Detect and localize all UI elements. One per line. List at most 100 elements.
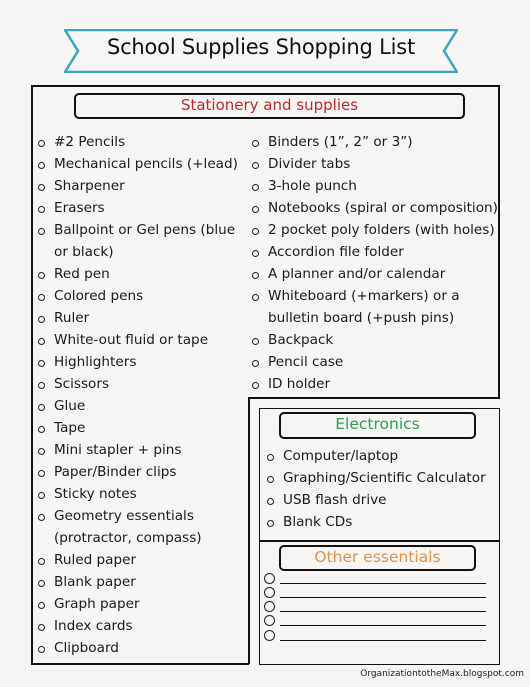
- underline: [280, 639, 486, 641]
- circle-bullet-icon: [252, 294, 259, 301]
- list-item-label: USB flash drive: [283, 492, 387, 508]
- list-item: Mini stapler + pins: [37, 439, 238, 461]
- list-item-label: Ruler: [54, 310, 90, 326]
- circle-checkbox-icon[interactable]: [264, 587, 275, 598]
- circle-bullet-icon: [38, 624, 45, 631]
- frame-right-upper: [498, 85, 500, 398]
- list-item-label: Ruled paper: [54, 552, 137, 568]
- list-item: Highlighters: [37, 351, 238, 373]
- circle-bullet-icon: [252, 272, 259, 279]
- list-item: White-out fluid or tape: [37, 329, 238, 351]
- list-item: USB flash drive: [266, 489, 486, 511]
- circle-bullet-icon: [38, 382, 45, 389]
- list-item: Ruled paper: [37, 549, 238, 571]
- circle-bullet-icon: [252, 184, 259, 191]
- blank-entry-line[interactable]: [264, 601, 486, 616]
- list-item: Whiteboard (+markers) or a: [251, 285, 498, 307]
- circle-bullet-icon: [252, 360, 259, 367]
- circle-bullet-icon: [252, 140, 259, 147]
- circle-bullet-icon: [38, 140, 45, 147]
- list-item-label: Clipboard: [54, 640, 119, 656]
- list-item-label: Colored pens: [54, 288, 144, 304]
- list-item-label: Tape: [54, 420, 86, 436]
- list-item-label: ID holder: [268, 376, 331, 392]
- list-item-label: Glue: [54, 398, 86, 414]
- list-item: Ballpoint or Gel pens (blue: [37, 219, 238, 241]
- circle-bullet-icon: [38, 470, 45, 477]
- credit-text: OrganizationtotheMax.blogspot.com: [360, 669, 524, 679]
- list-item-label: A planner and/or calendar: [268, 266, 446, 282]
- list-item-label: 2 pocket poly folders (with holes): [268, 222, 495, 238]
- list-item: Scissors: [37, 373, 238, 395]
- list-item-label: Highlighters: [54, 354, 137, 370]
- list-item-label: (protractor, compass): [54, 530, 202, 546]
- list-item: Index cards: [37, 615, 238, 637]
- list-item-label: 3-hole punch: [268, 178, 357, 194]
- list-item: Tape: [37, 417, 238, 439]
- list-item: Divider tabs: [251, 153, 498, 175]
- circle-checkbox-icon[interactable]: [264, 601, 275, 612]
- circle-checkbox-icon[interactable]: [264, 615, 275, 626]
- circle-bullet-icon: [252, 382, 259, 389]
- circle-bullet-icon: [38, 360, 45, 367]
- list-item-label: Geometry essentials: [54, 508, 194, 524]
- list-item-label: Whiteboard (+markers) or a: [268, 288, 460, 304]
- frame-step: [248, 397, 500, 399]
- underline: [280, 624, 486, 626]
- circle-bullet-icon: [267, 454, 274, 461]
- blank-entry-line[interactable]: [264, 573, 486, 588]
- frame-bottom: [31, 663, 249, 665]
- list-item: 2 pocket poly folders (with holes): [251, 219, 498, 241]
- circle-bullet-icon: [252, 228, 259, 235]
- list-item: 3-hole punch: [251, 175, 498, 197]
- circle-checkbox-icon[interactable]: [264, 573, 275, 584]
- circle-bullet-icon: [38, 206, 45, 213]
- list-item: #2 Pencils: [37, 131, 238, 153]
- list-item: Paper/Binder clips: [37, 461, 238, 483]
- circle-bullet-icon: [252, 338, 259, 345]
- blank-entry-line[interactable]: [264, 615, 486, 630]
- underline: [280, 610, 486, 612]
- circle-bullet-icon: [38, 294, 45, 301]
- list-item: A planner and/or calendar: [251, 263, 498, 285]
- list-item: Geometry essentials: [37, 505, 238, 527]
- list-item: Erasers: [37, 197, 238, 219]
- list-item: Red pen: [37, 263, 238, 285]
- list-item: Mechanical pencils (+lead): [37, 153, 238, 175]
- frame-top: [31, 85, 500, 87]
- circle-bullet-icon: [252, 206, 259, 213]
- circle-bullet-icon: [267, 476, 274, 483]
- circle-bullet-icon: [38, 646, 45, 653]
- blank-entry-line[interactable]: [264, 587, 486, 602]
- list-item-label: Sharpener: [54, 178, 125, 194]
- circle-bullet-icon: [38, 404, 45, 411]
- list-item-label: Red pen: [54, 266, 110, 282]
- circle-bullet-icon: [38, 162, 45, 169]
- list-item-label: Index cards: [54, 618, 133, 634]
- list-item: Computer/laptop: [266, 445, 486, 467]
- list-item-label: Ballpoint or Gel pens (blue: [54, 222, 236, 238]
- list-item-label: #2 Pencils: [54, 134, 126, 150]
- list-item-label: Erasers: [54, 200, 105, 216]
- list-item-label: Mechanical pencils (+lead): [54, 156, 238, 172]
- list-item: Clipboard: [37, 637, 238, 659]
- list-item: Pencil case: [251, 351, 498, 373]
- circle-bullet-icon: [38, 448, 45, 455]
- list-item: Ruler: [37, 307, 238, 329]
- list-item-label: Notebooks (spiral or composition): [268, 200, 498, 216]
- list-item: Blank CDs: [266, 511, 486, 533]
- circle-bullet-icon: [38, 316, 45, 323]
- circle-checkbox-icon[interactable]: [264, 630, 275, 641]
- circle-bullet-icon: [38, 580, 45, 587]
- list-item-label: Blank paper: [54, 574, 136, 590]
- list-item: Accordion file folder: [251, 241, 498, 263]
- list-item: (protractor, compass): [37, 527, 238, 549]
- list-item-label: Mini stapler + pins: [54, 442, 182, 458]
- blank-entry-line[interactable]: [264, 630, 486, 645]
- list-item-label: Blank CDs: [283, 514, 353, 530]
- other-essentials-heading: Other essentials: [279, 545, 476, 571]
- list-item: or black): [37, 241, 238, 263]
- circle-bullet-icon: [38, 492, 45, 499]
- list-item-label: Scissors: [54, 376, 110, 392]
- electronics-heading: Electronics: [279, 412, 476, 439]
